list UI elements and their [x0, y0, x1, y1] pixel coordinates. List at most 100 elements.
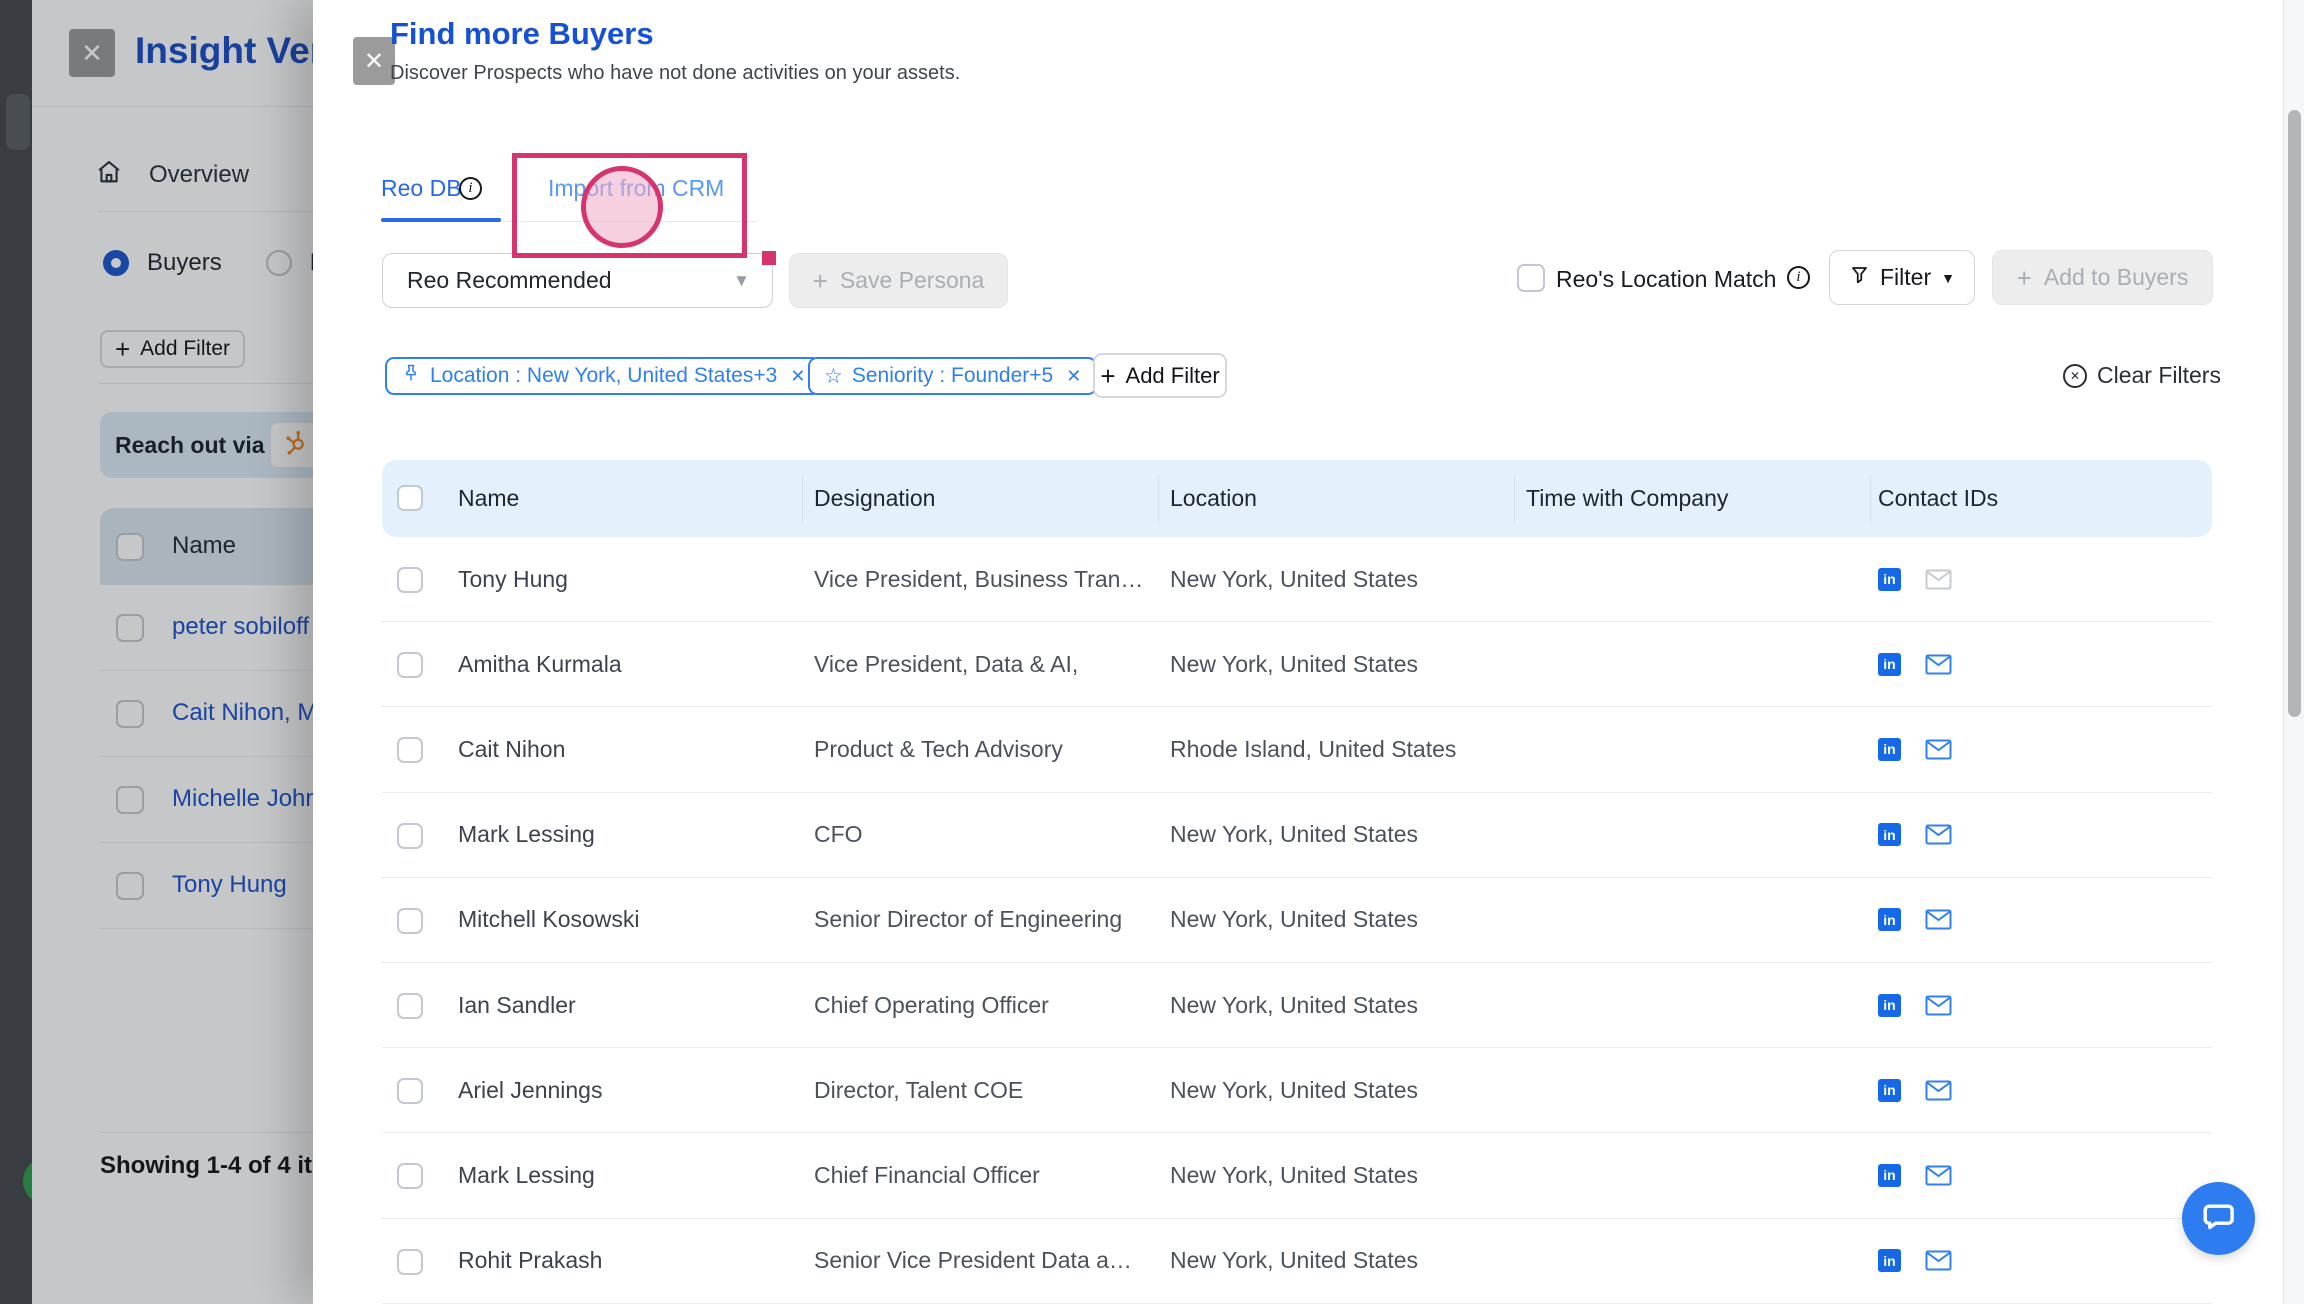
modal-subtitle: Discover Prospects who have not done act… [390, 62, 960, 85]
add-filter-label: Add Filter [1126, 363, 1220, 389]
row-checkbox[interactable] [397, 908, 423, 934]
clear-filters-button[interactable]: ✕ Clear Filters [2063, 362, 2221, 389]
linkedin-icon[interactable]: in [1878, 1079, 1901, 1102]
chat-fab[interactable] [2182, 1182, 2255, 1255]
linkedin-icon[interactable]: in [1878, 568, 1901, 591]
email-icon[interactable] [1925, 909, 1952, 930]
prospect-location: New York, United States [1170, 1133, 1515, 1217]
row-checkbox[interactable] [397, 652, 423, 678]
prospect-location: New York, United States [1170, 963, 1515, 1047]
plus-icon: + [2017, 265, 2032, 291]
chip-close-icon[interactable]: ✕ [790, 366, 805, 387]
filter-label: Filter [1880, 264, 1931, 291]
email-icon[interactable] [1925, 739, 1952, 760]
prospect-time-with-company [1526, 707, 1866, 791]
prospect-name: Amitha Kurmala [458, 622, 803, 706]
chip-close-icon[interactable]: ✕ [1066, 366, 1081, 387]
prospect-designation: Chief Financial Officer [814, 1133, 1159, 1217]
close-icon[interactable]: ✕ [353, 37, 395, 85]
table-row: Ariel Jennings Director, Talent COE New … [382, 1048, 2212, 1133]
email-icon[interactable] [1925, 995, 1952, 1016]
email-icon[interactable] [1925, 824, 1952, 845]
column-separator [1870, 474, 1871, 523]
contact-ids: in [1878, 963, 2208, 1047]
email-icon[interactable] [1925, 1165, 1952, 1186]
prospect-designation: CFO [814, 793, 1159, 877]
prospect-time-with-company [1526, 537, 1866, 621]
star-icon: ☆ [824, 366, 843, 387]
email-icon[interactable] [1925, 569, 1952, 590]
linkedin-icon[interactable]: in [1878, 908, 1901, 931]
prospect-location: New York, United States [1170, 537, 1515, 621]
prospect-time-with-company [1526, 1048, 1866, 1132]
row-checkbox[interactable] [397, 1163, 423, 1189]
prospect-time-with-company [1526, 1219, 1866, 1303]
filter-chip-seniority[interactable]: ☆ Seniority : Founder+5 ✕ [808, 357, 1097, 395]
linkedin-icon[interactable]: in [1878, 1164, 1901, 1187]
info-icon[interactable]: i [459, 177, 482, 200]
email-icon[interactable] [1925, 654, 1952, 675]
filter-button[interactable]: Filter ▼ [1829, 250, 1975, 305]
table-row: Tony Hung Vice President, Business Tran…… [382, 537, 2212, 622]
row-checkbox[interactable] [397, 1078, 423, 1104]
persona-dropdown-value: Reo Recommended [407, 267, 733, 294]
table-row: Mitchell Kosowski Senior Director of Eng… [382, 878, 2212, 963]
column-name: Name [458, 460, 519, 537]
caret-down-icon: ▼ [1941, 270, 1955, 286]
chevron-down-icon: ▼ [733, 271, 750, 291]
contact-ids: in [1878, 622, 2208, 706]
email-icon[interactable] [1925, 1250, 1952, 1271]
email-icon[interactable] [1925, 1080, 1952, 1101]
table-row: Mark Lessing Chief Financial Officer New… [382, 1133, 2212, 1218]
pin-icon [401, 363, 421, 389]
prospect-designation: Director, Talent COE [814, 1048, 1159, 1132]
row-checkbox[interactable] [397, 567, 423, 593]
add-to-buyers-label: Add to Buyers [2044, 264, 2188, 291]
add-to-buyers-button[interactable]: + Add to Buyers [1992, 250, 2213, 305]
linkedin-icon[interactable]: in [1878, 653, 1901, 676]
column-separator [1158, 474, 1159, 523]
chip-label: Location : New York, United States+3 [430, 364, 777, 388]
contact-ids: in [1878, 707, 2208, 791]
prospect-name: Rohit Prakash [458, 1219, 803, 1303]
persona-dropdown[interactable]: Reo Recommended ▼ [382, 253, 773, 308]
row-checkbox[interactable] [397, 737, 423, 763]
contact-ids: in [1878, 537, 2208, 621]
tab-reo-db[interactable]: Reo DB [381, 175, 462, 202]
prospect-time-with-company [1526, 963, 1866, 1047]
clear-filters-label: Clear Filters [2097, 362, 2221, 389]
contact-ids: in [1878, 1219, 2208, 1303]
contact-ids: in [1878, 878, 2208, 962]
filter-chip-location[interactable]: Location : New York, United States+3 ✕ [385, 357, 821, 395]
prospect-time-with-company [1526, 793, 1866, 877]
row-checkbox[interactable] [397, 1249, 423, 1275]
linkedin-icon[interactable]: in [1878, 994, 1901, 1017]
prospect-designation: Chief Operating Officer [814, 963, 1159, 1047]
add-filter-button[interactable]: + Add Filter [1093, 353, 1227, 398]
column-designation: Designation [814, 460, 935, 537]
prospect-table: Tony Hung Vice President, Business Tran…… [382, 537, 2212, 1304]
linkedin-icon[interactable]: in [1878, 738, 1901, 761]
prospect-location: New York, United States [1170, 622, 1515, 706]
prospect-time-with-company [1526, 622, 1866, 706]
scrollbar-track[interactable] [2283, 0, 2304, 1304]
clear-icon: ✕ [2063, 364, 2087, 388]
table-row: Cait Nihon Product & Tech Advisory Rhode… [382, 707, 2212, 792]
plus-icon: + [813, 268, 828, 294]
linkedin-icon[interactable]: in [1878, 1249, 1901, 1272]
row-checkbox[interactable] [397, 823, 423, 849]
chat-bubble-icon [2198, 1195, 2240, 1242]
row-checkbox[interactable] [397, 993, 423, 1019]
column-time-with-company: Time with Company [1526, 460, 1728, 537]
prospect-name: Ariel Jennings [458, 1048, 803, 1132]
prospect-designation: Senior Vice President Data a… [814, 1219, 1159, 1303]
linkedin-icon[interactable]: in [1878, 823, 1901, 846]
prospect-location: New York, United States [1170, 1048, 1515, 1132]
save-persona-button[interactable]: + Save Persona [789, 253, 1008, 308]
tab-import-from-crm[interactable]: Import from CRM [548, 175, 724, 202]
info-icon[interactable]: i [1787, 266, 1810, 289]
location-match-checkbox[interactable] [1517, 264, 1545, 292]
prospect-table-header: Name Designation Location Time with Comp… [382, 460, 2212, 537]
scrollbar-thumb[interactable] [2288, 110, 2301, 717]
select-all-checkbox[interactable] [397, 485, 423, 511]
